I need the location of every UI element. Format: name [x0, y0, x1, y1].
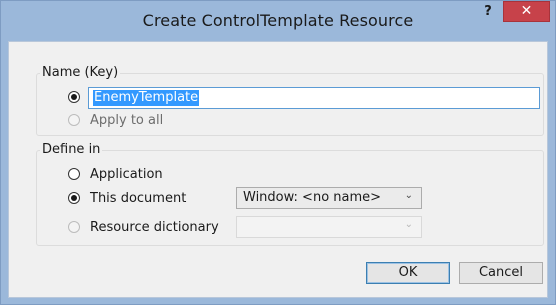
this-document-combo-value: Window: <no name>	[243, 190, 382, 205]
resource-dictionary-option[interactable]: Resource dictionary	[68, 217, 219, 237]
key-name-value: EnemyTemplate	[93, 90, 200, 106]
this-document-option[interactable]: This document	[68, 188, 186, 208]
this-document-radio[interactable]	[68, 192, 80, 204]
this-document-combo[interactable]: Window: <no name> ⌄	[236, 187, 422, 209]
close-icon: ✕	[520, 3, 533, 19]
apply-to-all-label: Apply to all	[90, 112, 164, 128]
name-key-group-label: Name (Key)	[40, 65, 121, 80]
cancel-button[interactable]: Cancel	[459, 262, 543, 284]
this-document-label: This document	[90, 190, 187, 206]
apply-to-all-option[interactable]: Apply to all	[68, 110, 163, 130]
application-option[interactable]: Application	[68, 164, 163, 184]
application-label: Application	[90, 166, 163, 182]
close-button[interactable]: ✕	[503, 1, 550, 22]
name-key-radio-row[interactable]	[68, 87, 90, 107]
title-bar: Create ControlTemplate Resource ? ✕	[1, 1, 555, 41]
dialog-content: Name (Key) EnemyTemplate Apply to all De…	[8, 41, 548, 298]
ok-button[interactable]: OK	[366, 262, 450, 284]
chevron-down-icon: ⌄	[404, 219, 413, 230]
chevron-down-icon: ⌄	[404, 190, 413, 201]
key-name-input[interactable]: EnemyTemplate	[88, 87, 540, 109]
dialog-title: Create ControlTemplate Resource	[142, 11, 414, 30]
apply-to-all-radio[interactable]	[68, 114, 80, 126]
name-key-radio[interactable]	[68, 91, 80, 103]
define-in-group-label: Define in	[40, 142, 103, 157]
help-button[interactable]: ?	[479, 3, 497, 21]
dialog-window: Create ControlTemplate Resource ? ✕ Name…	[0, 0, 556, 305]
application-radio[interactable]	[68, 168, 80, 180]
resource-dictionary-label: Resource dictionary	[90, 219, 219, 235]
resource-dictionary-radio[interactable]	[68, 221, 80, 233]
resource-dictionary-combo[interactable]: ⌄	[236, 216, 422, 238]
